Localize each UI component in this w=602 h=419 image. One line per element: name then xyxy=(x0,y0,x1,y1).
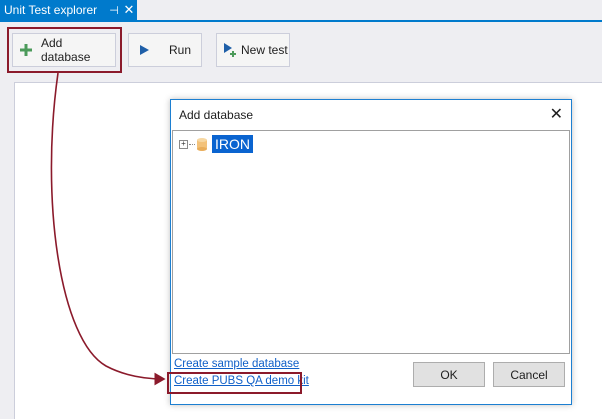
expand-icon[interactable]: + xyxy=(179,139,188,149)
new-test-button[interactable]: New test xyxy=(216,33,290,67)
add-database-dialog: Add database ✕ + IRON Create sample data… xyxy=(170,99,572,405)
tree-node-server[interactable]: + IRON xyxy=(179,135,253,153)
play-icon xyxy=(135,41,153,59)
tab-unit-test-explorer[interactable]: Unit Test explorer ⊣ ✕ xyxy=(0,0,137,20)
panel-title: Unit Test explorer xyxy=(4,3,98,17)
new-test-label: New test xyxy=(241,43,288,57)
dialog-title: Add database xyxy=(179,108,254,122)
server-label[interactable]: IRON xyxy=(212,135,253,153)
dialog-close-icon[interactable]: ✕ xyxy=(550,104,563,124)
pubs-link-highlight xyxy=(167,372,302,394)
create-sample-database-link[interactable]: Create sample database xyxy=(174,358,299,370)
run-button[interactable]: Run xyxy=(128,33,202,67)
tab-underline xyxy=(0,20,602,22)
server-tree[interactable]: + IRON xyxy=(172,130,570,354)
cancel-button[interactable]: Cancel xyxy=(493,362,565,387)
pin-icon[interactable]: ⊣ xyxy=(107,4,121,17)
database-icon xyxy=(196,137,208,151)
new-test-icon xyxy=(221,41,239,59)
ok-button[interactable]: OK xyxy=(413,362,485,387)
cancel-label: Cancel xyxy=(510,367,548,382)
add-database-highlight xyxy=(7,27,122,73)
close-icon[interactable]: ✕ xyxy=(121,2,137,18)
ok-label: OK xyxy=(440,367,458,382)
tree-connector xyxy=(189,143,195,145)
run-label: Run xyxy=(169,43,192,57)
